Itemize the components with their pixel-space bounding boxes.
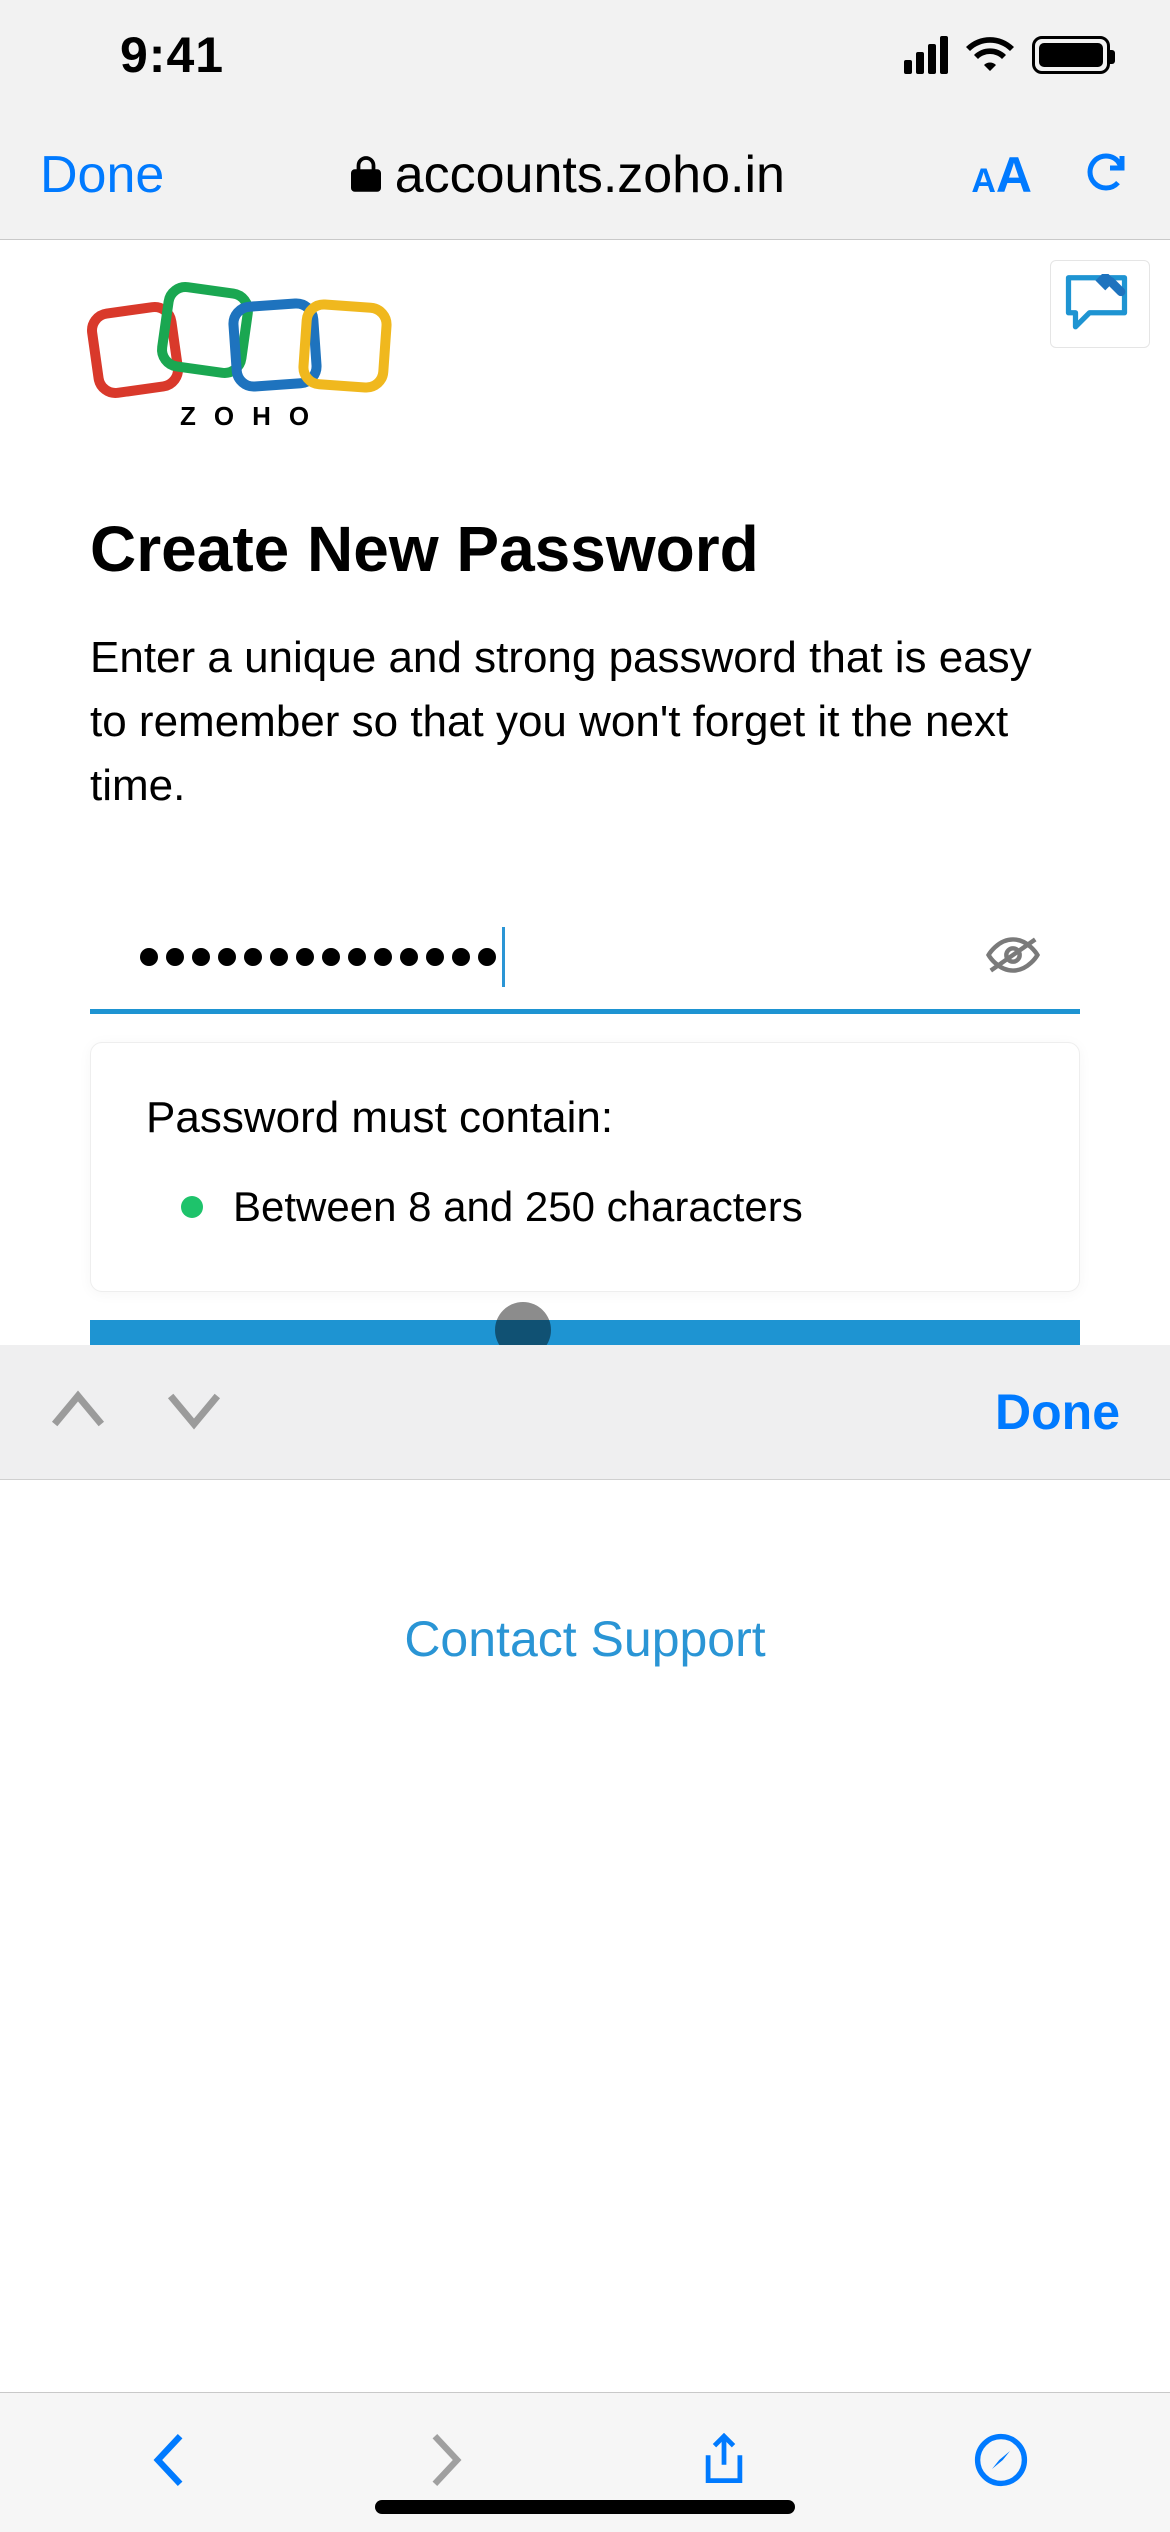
requirement-item: Between 8 and 250 characters [146,1183,1024,1231]
battery-icon [1032,36,1110,74]
page-content: ZOHO Create New Password Enter a unique … [0,240,1170,1345]
page-title: Create New Password [90,512,1080,586]
forward-button[interactable] [419,2433,473,2492]
next-field-button[interactable] [166,1390,222,1435]
status-bar: 9:41 [0,0,1170,110]
reader-aa-button[interactable]: AA [971,146,1032,204]
status-time: 9:41 [120,26,224,84]
reload-button[interactable] [1082,148,1130,201]
address-bar[interactable]: accounts.zoho.in [351,145,785,205]
page-subtitle: Enter a unique and strong password that … [90,626,1080,817]
requirement-text: Between 8 and 250 characters [233,1183,803,1231]
password-masked-value [90,927,505,987]
password-input[interactable] [90,927,1080,1014]
cellular-icon [904,36,948,74]
change-password-button[interactable]: Change Password [90,1320,1080,1345]
keyboard-done-button[interactable]: Done [995,1383,1120,1441]
password-requirements: Password must contain: Between 8 and 250… [90,1042,1080,1292]
lock-icon [351,145,381,205]
keyboard-accessory-bar: Done [0,1345,1170,1480]
back-button[interactable] [142,2433,196,2492]
safari-button[interactable] [974,2433,1028,2492]
address-host: accounts.zoho.in [395,145,785,205]
browser-nav-bar: Done accounts.zoho.in AA [0,110,1170,240]
status-icons [904,34,1110,77]
browser-done-button[interactable]: Done [40,145,164,205]
contact-support-link[interactable]: Contact Support [404,1610,765,1668]
toggle-visibility-icon[interactable] [986,935,1040,980]
below-content: Contact Support [0,1480,1170,2392]
zoho-logo: ZOHO [90,295,1080,432]
wifi-icon [966,34,1014,77]
share-button[interactable] [697,2433,751,2492]
requirements-title: Password must contain: [146,1093,1024,1143]
prev-field-button[interactable] [50,1390,106,1435]
zoho-logo-text: ZOHO [180,401,327,432]
touch-indicator [495,1302,551,1345]
requirement-met-icon [181,1196,203,1218]
feedback-button[interactable] [1050,260,1150,348]
home-indicator [375,2500,795,2514]
